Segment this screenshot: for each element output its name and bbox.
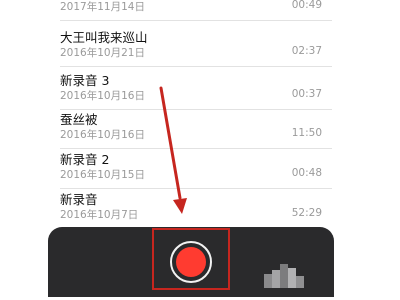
recordings-list: 朋朋 2017年11月14日 00:49 大王叫我来巡山 2016年10月21日… [48, 0, 332, 226]
recording-duration: 00:49 [291, 0, 322, 11]
recording-date: 2016年10月7日 [60, 209, 139, 221]
recording-duration: 02:37 [291, 45, 322, 57]
recording-title: 新录音 3 [60, 73, 110, 88]
recording-title: 蚕丝被 [60, 112, 98, 127]
recording-item[interactable]: 新录音 2016年10月7日 52:29 [48, 186, 332, 226]
recording-date: 2017年11月14日 [60, 1, 145, 13]
recording-date: 2016年10月21日 [60, 47, 145, 59]
recording-item[interactable]: 新录音 3 2016年10月16日 00:37 [48, 67, 332, 110]
recording-date: 2016年10月16日 [60, 90, 145, 102]
recording-item[interactable]: 大王叫我来巡山 2016年10月21日 02:37 [48, 24, 332, 67]
recording-duration: 00:37 [291, 88, 322, 100]
recording-duration: 52:29 [291, 207, 322, 219]
recording-title: 新录音 [60, 192, 98, 207]
recording-date: 2016年10月16日 [60, 129, 145, 141]
recording-title: 新录音 2 [60, 152, 110, 167]
menu-icon[interactable] [264, 262, 304, 290]
recording-duration: 11:50 [291, 127, 322, 139]
row-divider [60, 20, 332, 21]
record-button-highlight [152, 228, 230, 290]
recording-item[interactable]: 蚕丝被 2016年10月16日 11:50 [48, 106, 332, 149]
recording-item[interactable]: 新录音 2 2016年10月15日 00:48 [48, 146, 332, 189]
recording-item[interactable]: 朋朋 2017年11月14日 00:49 [48, 0, 332, 21]
recording-title: 大王叫我来巡山 [60, 30, 148, 45]
recording-duration: 00:48 [291, 167, 322, 179]
recording-date: 2016年10月15日 [60, 169, 145, 181]
